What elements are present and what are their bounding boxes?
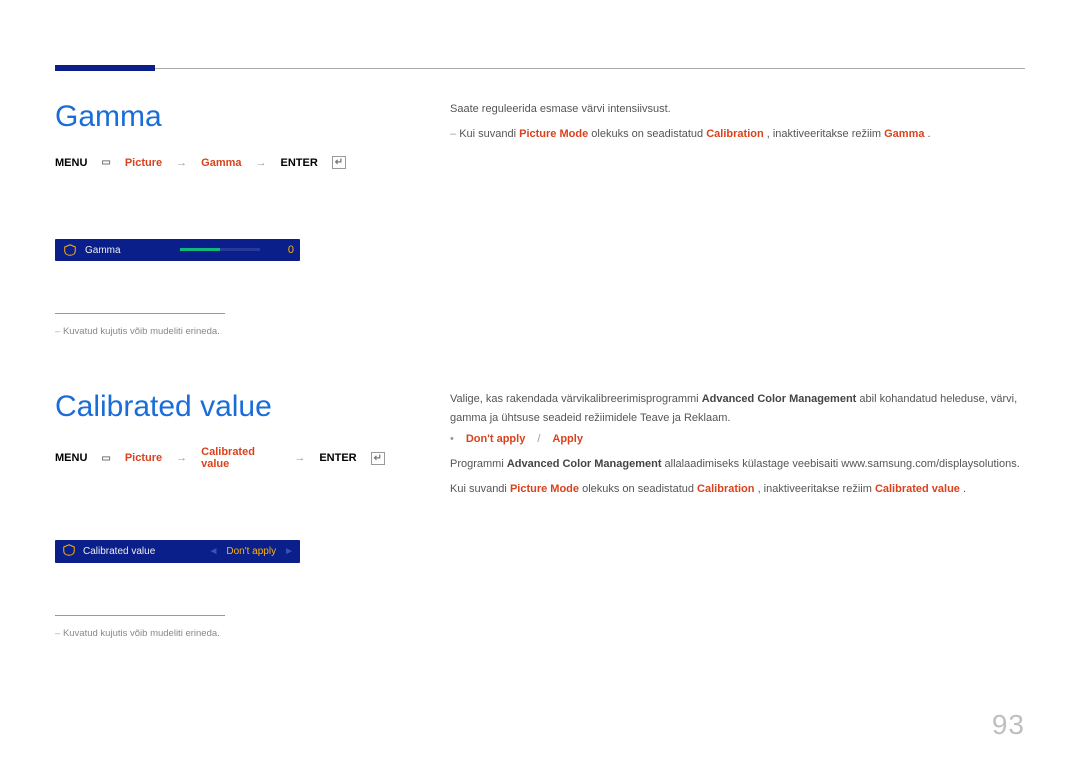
breadcrumb-arrow-icon: →	[176, 157, 187, 169]
slider-bar-empty	[220, 248, 260, 251]
section-calibrated-left: Calibrated value MENU ▭ Picture → Calibr…	[55, 390, 385, 639]
calibrated-options: • Don't apply / Apply	[450, 433, 1025, 445]
breadcrumb-menu-icon: ▭	[101, 453, 110, 464]
t: Programmi	[450, 458, 507, 470]
calibrated-note2: Kui suvandi Picture Mode olekuks on sead…	[450, 480, 1025, 499]
breadcrumb-enter-icon: ↵	[371, 452, 385, 465]
calibrated-note1: Programmi Advanced Color Management alla…	[450, 455, 1025, 474]
bullet-icon: •	[450, 433, 454, 445]
footnote-gamma: Kuvatud kujutis võib mudeliti erineda.	[55, 326, 385, 337]
t: Kui suvandi	[450, 483, 510, 495]
section-gamma-right: Saate reguleerida esmase värvi intensiiv…	[450, 100, 1025, 149]
t: Gamma	[884, 128, 924, 140]
gamma-note: Kui suvandi Picture Mode olekuks on sead…	[450, 125, 1025, 144]
page-number: 93	[992, 709, 1025, 741]
calibrated-desc: Valige, kas rakendada värvikalibreerimis…	[450, 390, 1025, 427]
option-sep: /	[537, 433, 540, 445]
breadcrumb-enter-icon: ↵	[332, 156, 346, 169]
t: .	[963, 483, 966, 495]
section-calibrated-right: Valige, kas rakendada värvikalibreerimis…	[450, 390, 1025, 505]
t: olekuks on seadistatud	[591, 128, 706, 140]
breadcrumb-item: Gamma	[201, 157, 241, 169]
breadcrumb-menu: MENU	[55, 452, 87, 464]
slider-label: Gamma	[85, 245, 172, 256]
t: Picture Mode	[510, 483, 579, 495]
breadcrumb-menu: MENU	[55, 157, 87, 169]
page-top-divider	[55, 68, 1025, 69]
section-title-calibrated: Calibrated value	[55, 390, 385, 424]
breadcrumb-arrow-icon: →	[294, 452, 305, 464]
chevron-right-icon: ►	[284, 546, 294, 557]
t: Valige, kas rakendada värvikalibreerimis…	[450, 393, 702, 405]
page-top-accent	[55, 65, 155, 71]
select-value: Don't apply	[226, 546, 276, 557]
breadcrumb-arrow-icon: →	[256, 157, 267, 169]
breadcrumb-picture: Picture	[125, 157, 162, 169]
breadcrumb-arrow-icon: →	[176, 452, 187, 464]
select-icon	[63, 544, 75, 559]
breadcrumb-item: Calibrated value	[201, 446, 280, 470]
t: olekuks on seadistatud	[582, 483, 697, 495]
slider-icon	[63, 243, 77, 257]
gamma-desc: Saate reguleerida esmase värvi intensiiv…	[450, 100, 1025, 119]
slider-bar	[180, 246, 260, 254]
option-2: Apply	[552, 433, 583, 445]
t: Calibration	[706, 128, 763, 140]
option-1: Don't apply	[466, 433, 525, 445]
breadcrumb-enter: ENTER	[319, 452, 356, 464]
t: , inaktiveeritakse režiim	[767, 128, 884, 140]
gamma-slider-mock: Gamma 0	[55, 239, 300, 261]
breadcrumb-picture: Picture	[125, 452, 162, 464]
t: Advanced Color Management	[702, 393, 857, 405]
footnote-calibrated: Kuvatud kujutis võib mudeliti erineda.	[55, 628, 385, 639]
t: , inaktiveeritakse režiim	[758, 483, 875, 495]
calibrated-select-mock: Calibrated value ◄ Don't apply ►	[55, 540, 300, 563]
t: Advanced Color Management	[507, 458, 662, 470]
breadcrumb-menu-icon: ▭	[101, 157, 110, 168]
breadcrumb-gamma: MENU ▭ Picture → Gamma → ENTER ↵	[55, 156, 385, 169]
slider-bar-fill	[180, 248, 220, 251]
section-title-gamma: Gamma	[55, 100, 385, 134]
t: Kui suvandi	[459, 128, 519, 140]
section-gamma-left: Gamma MENU ▭ Picture → Gamma → ENTER ↵ G…	[55, 100, 385, 337]
chevron-left-icon: ◄	[208, 546, 218, 557]
breadcrumb-calibrated: MENU ▭ Picture → Calibrated value → ENTE…	[55, 446, 385, 470]
footnote-rule	[55, 313, 225, 314]
slider-value: 0	[268, 244, 294, 256]
t: .	[928, 128, 931, 140]
t: allalaadimiseks külastage veebisaiti www…	[665, 458, 1020, 470]
footnote-rule	[55, 615, 225, 616]
breadcrumb-enter: ENTER	[281, 157, 318, 169]
t: Picture Mode	[519, 128, 588, 140]
select-label: Calibrated value	[83, 546, 155, 557]
t: Calibration	[697, 483, 754, 495]
t: Calibrated value	[875, 483, 960, 495]
